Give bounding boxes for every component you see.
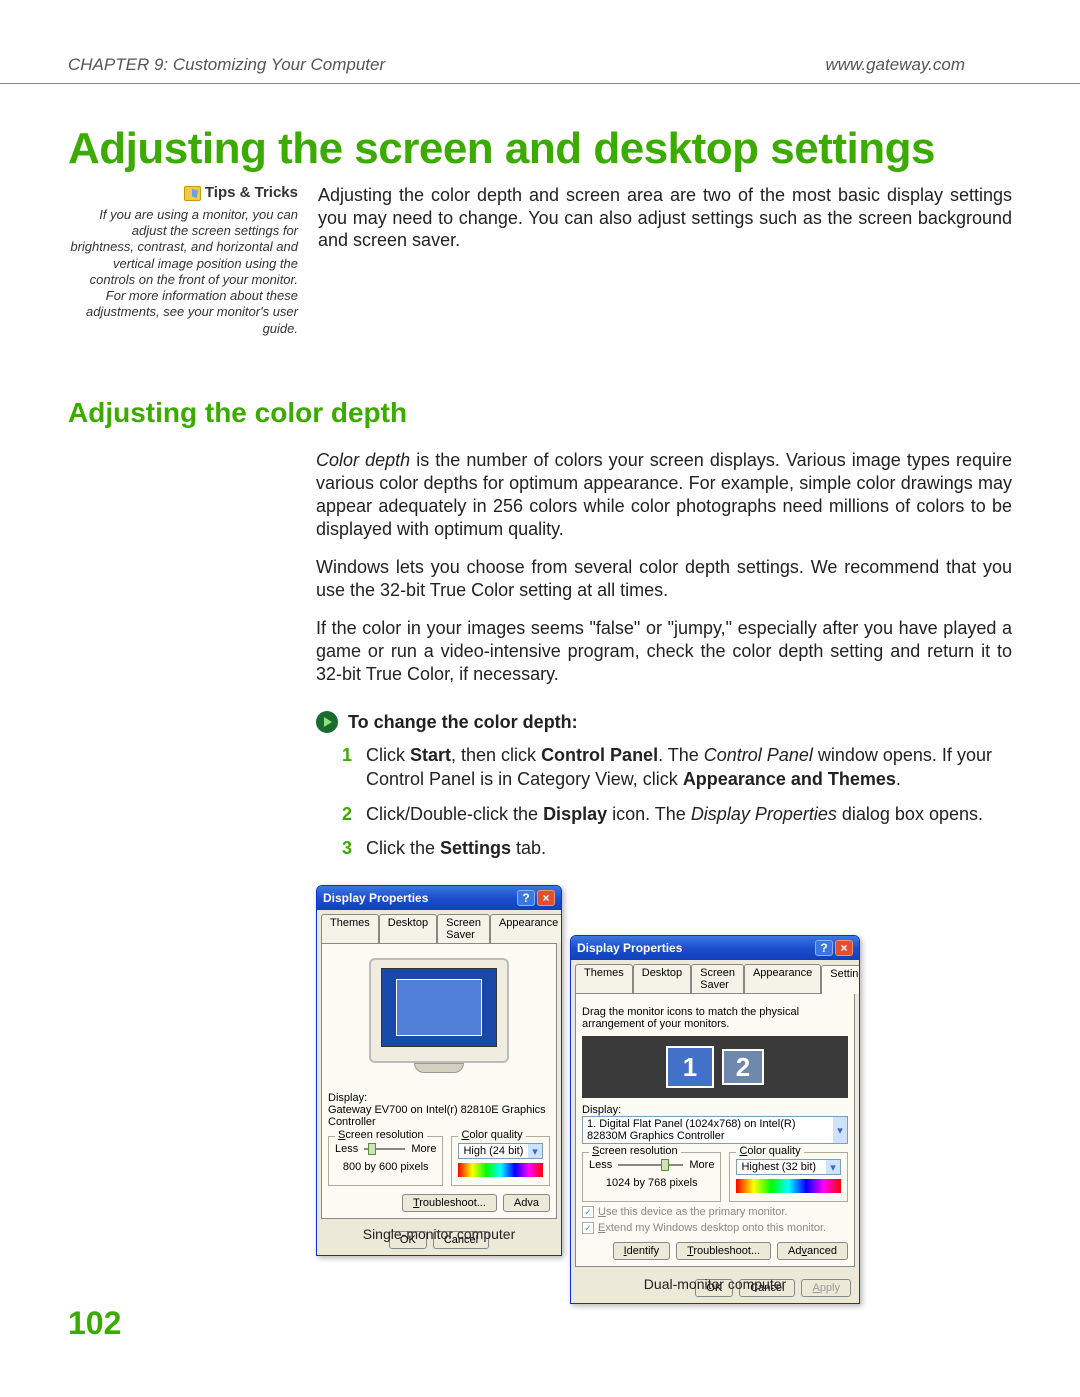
resolution-slider[interactable]: Less More (589, 1159, 714, 1171)
help-icon[interactable]: ? (815, 940, 833, 956)
advanced-button[interactable]: Advanced (777, 1242, 848, 1260)
monitor-preview-icon (359, 958, 519, 1088)
drag-instruction: Drag the monitor icons to match the phys… (582, 1006, 848, 1030)
steps-list: Click Start, then click Control Panel. T… (316, 743, 1012, 860)
step-3: Click the Settings tab. (346, 836, 1012, 860)
page-number: 102 (68, 1305, 121, 1342)
resolution-value: 800 by 600 pixels (335, 1161, 436, 1173)
caption-dual: Dual-monitor computer (570, 1276, 860, 1292)
display-value: Gateway EV700 on Intel(r) 82810E Graphic… (328, 1104, 550, 1128)
color-quality-select[interactable]: High (24 bit)▾ (458, 1143, 543, 1159)
monitor-layout[interactable]: 1 2 (582, 1036, 848, 1098)
tab-appearance[interactable]: Appearance (490, 914, 562, 943)
tips-sidebar: Tips & Tricks If you are using a monitor… (68, 184, 298, 337)
display-label: Display: (328, 1092, 550, 1104)
tab-bar: Themes Desktop Screen Saver Appearance S… (317, 910, 561, 943)
chapter-label: CHAPTER 9: Customizing Your Computer (68, 55, 385, 75)
troubleshoot-button[interactable]: Troubleshoot... (676, 1242, 771, 1260)
close-icon[interactable]: × (537, 890, 555, 906)
rainbow-icon (736, 1179, 841, 1193)
window-title: Display Properties (323, 891, 428, 905)
color-quality-select[interactable]: Highest (32 bit)▾ (736, 1159, 841, 1175)
troubleshoot-button[interactable]: Troubleshoot... (402, 1194, 497, 1212)
step-2: Click/Double-click the Display icon. The… (346, 802, 1012, 826)
tab-settings[interactable]: Settings (821, 965, 860, 994)
extend-desktop-checkbox[interactable]: ✓Extend my Windows desktop onto this mon… (582, 1222, 848, 1234)
step-1: Click Start, then click Control Panel. T… (346, 743, 1012, 792)
display-properties-dual: Display Properties ? × Themes Desktop Sc… (570, 935, 860, 1304)
tab-themes[interactable]: Themes (575, 964, 633, 993)
procedure-title: To change the color depth: (348, 712, 578, 733)
rainbow-icon (458, 1163, 543, 1177)
tab-appearance[interactable]: Appearance (744, 964, 821, 993)
resolution-value: 1024 by 768 pixels (589, 1177, 714, 1189)
tips-icon (184, 186, 201, 201)
tab-screen-saver[interactable]: Screen Saver (437, 914, 490, 943)
display-properties-single: Display Properties ? × Themes Desktop Sc… (316, 885, 562, 1256)
caption-single: Single-monitor computer (316, 1226, 562, 1242)
paragraph-2: Windows lets you choose from several col… (316, 556, 1012, 602)
display-select[interactable]: 1. Digital Flat Panel (1024x768) on Inte… (582, 1116, 848, 1144)
window-title: Display Properties (577, 941, 682, 955)
arrow-icon (316, 711, 338, 733)
intro-paragraph: Adjusting the color depth and screen are… (318, 184, 1012, 337)
site-url: www.gateway.com (825, 55, 965, 75)
close-icon[interactable]: × (835, 940, 853, 956)
primary-monitor-checkbox: ✓Use this device as the primary monitor. (582, 1206, 848, 1218)
identify-button[interactable]: Identify (613, 1242, 670, 1260)
advanced-button[interactable]: Adva (503, 1194, 550, 1212)
tab-screen-saver[interactable]: Screen Saver (691, 964, 744, 993)
resolution-slider[interactable]: Less More (335, 1143, 436, 1155)
paragraph-3: If the color in your images seems "false… (316, 617, 1012, 686)
tab-desktop[interactable]: Desktop (379, 914, 437, 943)
monitor-2-icon[interactable]: 2 (722, 1049, 764, 1085)
tab-desktop[interactable]: Desktop (633, 964, 691, 993)
paragraph-1: Color depth is the number of colors your… (316, 449, 1012, 541)
page-title: Adjusting the screen and desktop setting… (68, 124, 1012, 174)
help-icon[interactable]: ? (517, 890, 535, 906)
tips-heading: Tips & Tricks (205, 184, 298, 203)
tab-bar: Themes Desktop Screen Saver Appearance S… (571, 960, 859, 993)
tab-themes[interactable]: Themes (321, 914, 379, 943)
section-heading: Adjusting the color depth (68, 397, 1012, 429)
tips-body: If you are using a monitor, you can adju… (68, 207, 298, 337)
monitor-1-icon[interactable]: 1 (666, 1046, 714, 1088)
display-label: Display: (582, 1104, 848, 1116)
